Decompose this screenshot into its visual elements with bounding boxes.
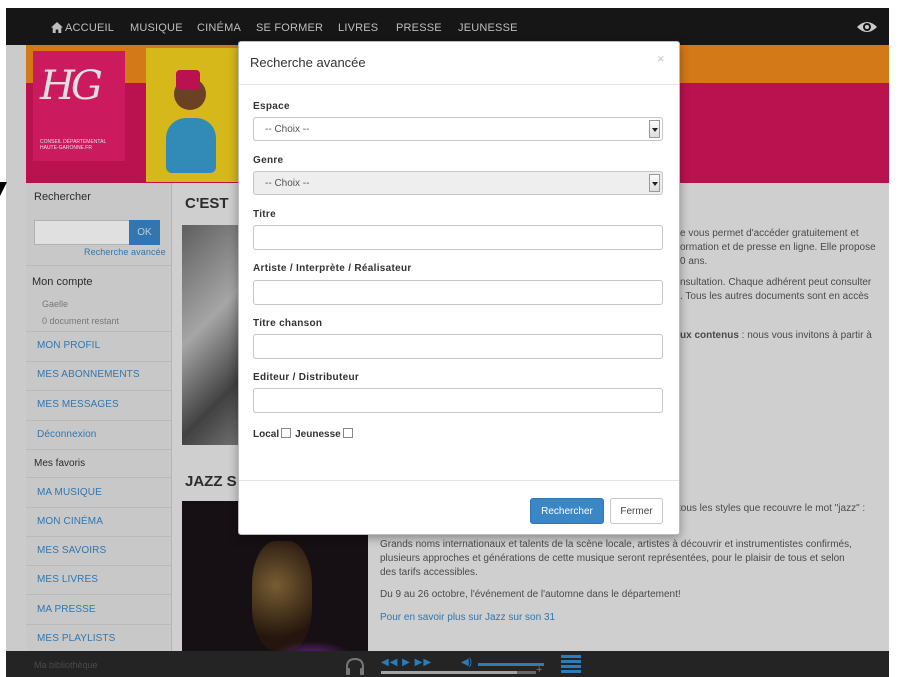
titre-input[interactable] xyxy=(253,225,663,250)
search-button[interactable]: Rechercher xyxy=(530,498,604,524)
close-icon[interactable]: × xyxy=(657,51,665,66)
advanced-search-modal: Recherche avancée × Espace -- Choix -- G… xyxy=(238,41,680,535)
chevron-down-icon xyxy=(649,120,660,138)
filter-checkboxes: Local Jeunesse xyxy=(253,428,357,440)
close-button[interactable]: Fermer xyxy=(610,498,663,524)
espace-select[interactable]: -- Choix -- xyxy=(253,117,663,141)
browser-viewport: ACCUEIL MUSIQUE CINÉMA SE FORMER LIVRES … xyxy=(6,8,889,677)
titre-chanson-input[interactable] xyxy=(253,334,663,359)
artiste-label: Artiste / Interprète / Réalisateur xyxy=(253,263,412,274)
modal-title: Recherche avancée xyxy=(250,55,366,70)
genre-label: Genre xyxy=(253,155,284,166)
jeunesse-checkbox[interactable] xyxy=(342,428,353,438)
modal-footer: Rechercher Fermer xyxy=(239,480,679,535)
genre-select-value: -- Choix -- xyxy=(265,178,310,189)
jeunesse-label: Jeunesse xyxy=(295,429,341,440)
modal-header: Recherche avancée × xyxy=(239,42,679,85)
chevron-down-icon xyxy=(649,174,660,192)
editeur-label: Editeur / Distributeur xyxy=(253,372,360,383)
editeur-input[interactable] xyxy=(253,388,663,413)
mouse-cursor-icon xyxy=(0,182,7,196)
artiste-input[interactable] xyxy=(253,280,663,305)
espace-label: Espace xyxy=(253,101,290,112)
titre-label: Titre xyxy=(253,209,276,220)
espace-select-value: -- Choix -- xyxy=(265,124,310,135)
genre-select[interactable]: -- Choix -- xyxy=(253,171,663,195)
local-label: Local xyxy=(253,429,280,440)
local-checkbox[interactable] xyxy=(281,428,292,438)
titre-chanson-label: Titre chanson xyxy=(253,318,323,329)
